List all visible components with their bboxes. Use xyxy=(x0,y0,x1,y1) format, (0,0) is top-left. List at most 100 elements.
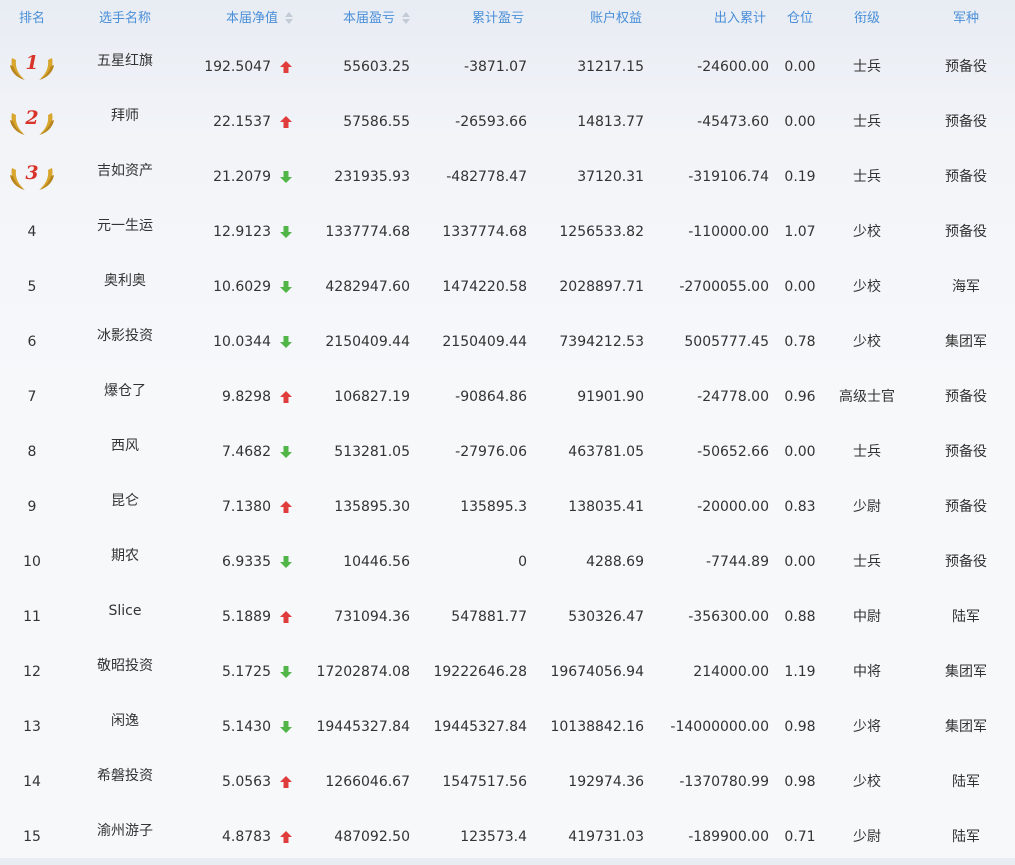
equity-value: 463781.05 xyxy=(568,444,644,460)
branch-value: 预备役 xyxy=(945,169,987,185)
cum-pnl-value: 1337774.68 xyxy=(442,224,527,240)
player-name[interactable]: 拜师 xyxy=(72,95,178,150)
nav-value: 22.1537 xyxy=(213,114,271,130)
position-value: 0.00 xyxy=(784,279,816,295)
table-row[interactable]: 10 期农 6.9335 10446.56 0 4288.69 -7744.89… xyxy=(0,535,1015,590)
cum-pnl-value: -3871.07 xyxy=(464,59,527,75)
player-name[interactable]: 昆仑 xyxy=(72,480,178,535)
header-rank[interactable]: 排名 xyxy=(0,0,64,38)
arrow-down-icon xyxy=(280,446,292,458)
branch-value: 陆军 xyxy=(952,609,980,625)
trend-cell xyxy=(280,480,294,535)
player-name[interactable]: 敬昭投资 xyxy=(72,645,178,700)
rank-cell: 9 xyxy=(0,480,64,535)
header-nav[interactable]: 本届净值 xyxy=(180,0,293,38)
player-name[interactable]: 五星红旗 xyxy=(72,40,178,95)
sort-icon[interactable] xyxy=(402,11,410,24)
nav-value: 6.9335 xyxy=(222,554,271,570)
nav-value: 5.1725 xyxy=(222,664,271,680)
pnl-value: 135895.30 xyxy=(334,499,410,515)
header-pnl-label: 本届盈亏 xyxy=(342,11,395,26)
rank-cell: 1 xyxy=(0,40,64,95)
position-value: 0.00 xyxy=(784,59,816,75)
table-row[interactable]: 11 Slice 5.1889 731094.36 547881.77 5303… xyxy=(0,590,1015,645)
table-row[interactable]: 5 奥利奥 10.6029 4282947.60 1474220.58 2028… xyxy=(0,260,1015,315)
header-pnl[interactable]: 本届盈亏 xyxy=(300,0,410,38)
header-position[interactable]: 仓位 xyxy=(774,0,826,38)
branch-value: 预备役 xyxy=(945,444,987,460)
nav-value: 10.6029 xyxy=(213,279,271,295)
trend-cell xyxy=(280,755,294,810)
player-name[interactable]: 渝州游子 xyxy=(72,810,178,865)
grade-value: 士兵 xyxy=(853,114,881,130)
player-name[interactable]: 闲逸 xyxy=(72,700,178,755)
equity-value: 31217.15 xyxy=(577,59,644,75)
player-name[interactable]: 西风 xyxy=(72,425,178,480)
grade-value: 士兵 xyxy=(853,554,881,570)
table-row[interactable]: 6 冰影投资 10.0344 2150409.44 2150409.44 739… xyxy=(0,315,1015,370)
rank-number: 4 xyxy=(27,224,37,240)
position-value: 1.19 xyxy=(784,664,816,680)
table-row[interactable]: 4 元一生运 12.9123 1337774.68 1337774.68 125… xyxy=(0,205,1015,260)
player-name[interactable]: 元一生运 xyxy=(72,205,178,260)
pnl-value: 1337774.68 xyxy=(325,224,410,240)
header-grade[interactable]: 衔级 xyxy=(830,0,904,38)
table-row[interactable]: 9 昆仑 7.1380 135895.30 135895.3 138035.41… xyxy=(0,480,1015,535)
table-row[interactable]: 15 渝州游子 4.8783 487092.50 123573.4 419731… xyxy=(0,810,1015,865)
header-equity[interactable]: 账户权益 xyxy=(530,0,642,38)
header-name[interactable]: 选手名称 xyxy=(72,0,178,38)
flow-value: -50652.66 xyxy=(697,444,769,460)
header-branch[interactable]: 军种 xyxy=(918,0,1014,38)
player-name[interactable]: 冰影投资 xyxy=(72,315,178,370)
flow-value: -110000.00 xyxy=(688,224,769,240)
sort-icon[interactable] xyxy=(285,11,293,24)
equity-value: 19674056.94 xyxy=(550,664,644,680)
nav-value: 4.8783 xyxy=(222,829,271,845)
arrow-up-icon xyxy=(280,61,292,73)
grade-value: 少校 xyxy=(853,279,881,295)
player-name[interactable]: 期农 xyxy=(72,535,178,590)
arrow-down-icon xyxy=(280,281,292,293)
table-row[interactable]: 1 五星红旗 192.5047 55603.25 -3871.07 31217.… xyxy=(0,40,1015,95)
player-name[interactable]: 奥利奥 xyxy=(72,260,178,315)
arrow-down-icon xyxy=(280,336,292,348)
nav-value: 192.5047 xyxy=(204,59,271,75)
rank-cell: 11 xyxy=(0,590,64,645)
cum-pnl-value: 1547517.56 xyxy=(442,774,527,790)
equity-value: 91901.90 xyxy=(577,389,644,405)
pnl-value: 1266046.67 xyxy=(325,774,410,790)
branch-value: 预备役 xyxy=(945,224,987,240)
table-row[interactable]: 12 敬昭投资 5.1725 17202874.08 19222646.28 1… xyxy=(0,645,1015,700)
player-name[interactable]: 希磐投资 xyxy=(72,755,178,810)
branch-value: 海军 xyxy=(952,279,980,295)
arrow-down-icon xyxy=(280,226,292,238)
branch-value: 预备役 xyxy=(945,114,987,130)
flow-value: -7744.89 xyxy=(706,554,769,570)
rank-cell: 2 xyxy=(0,95,64,150)
table-row[interactable]: 14 希磐投资 5.0563 1266046.67 1547517.56 192… xyxy=(0,755,1015,810)
equity-value: 419731.03 xyxy=(568,829,644,845)
table-row[interactable]: 7 爆仓了 9.8298 106827.19 -90864.86 91901.9… xyxy=(0,370,1015,425)
player-name[interactable]: 爆仓了 xyxy=(72,370,178,425)
trend-cell xyxy=(280,150,294,205)
table-row[interactable]: 2 拜师 22.1537 57586.55 -26593.66 14813.77… xyxy=(0,95,1015,150)
flow-value: -20000.00 xyxy=(697,499,769,515)
cum-pnl-value: 0 xyxy=(518,554,527,570)
player-name[interactable]: 吉如资产 xyxy=(72,150,178,205)
player-name[interactable]: Slice xyxy=(72,590,178,645)
nav-value: 21.2079 xyxy=(213,169,271,185)
grade-value: 士兵 xyxy=(853,59,881,75)
header-cum-pnl[interactable]: 累计盈亏 xyxy=(420,0,524,38)
rank-number: 8 xyxy=(27,444,37,460)
flow-value: -356300.00 xyxy=(688,609,769,625)
header-flow[interactable]: 出入累计 xyxy=(650,0,766,38)
equity-value: 37120.31 xyxy=(577,169,644,185)
cum-pnl-value: -26593.66 xyxy=(455,114,527,130)
rank-cell: 5 xyxy=(0,260,64,315)
table-row[interactable]: 13 闲逸 5.1430 19445327.84 19445327.84 101… xyxy=(0,700,1015,755)
nav-value: 5.1889 xyxy=(222,609,271,625)
table-row[interactable]: 8 西风 7.4682 513281.05 -27976.06 463781.0… xyxy=(0,425,1015,480)
table-row[interactable]: 3 吉如资产 21.2079 231935.93 -482778.47 3712… xyxy=(0,150,1015,205)
trend-cell xyxy=(280,590,294,645)
position-value: 0.71 xyxy=(784,829,816,845)
